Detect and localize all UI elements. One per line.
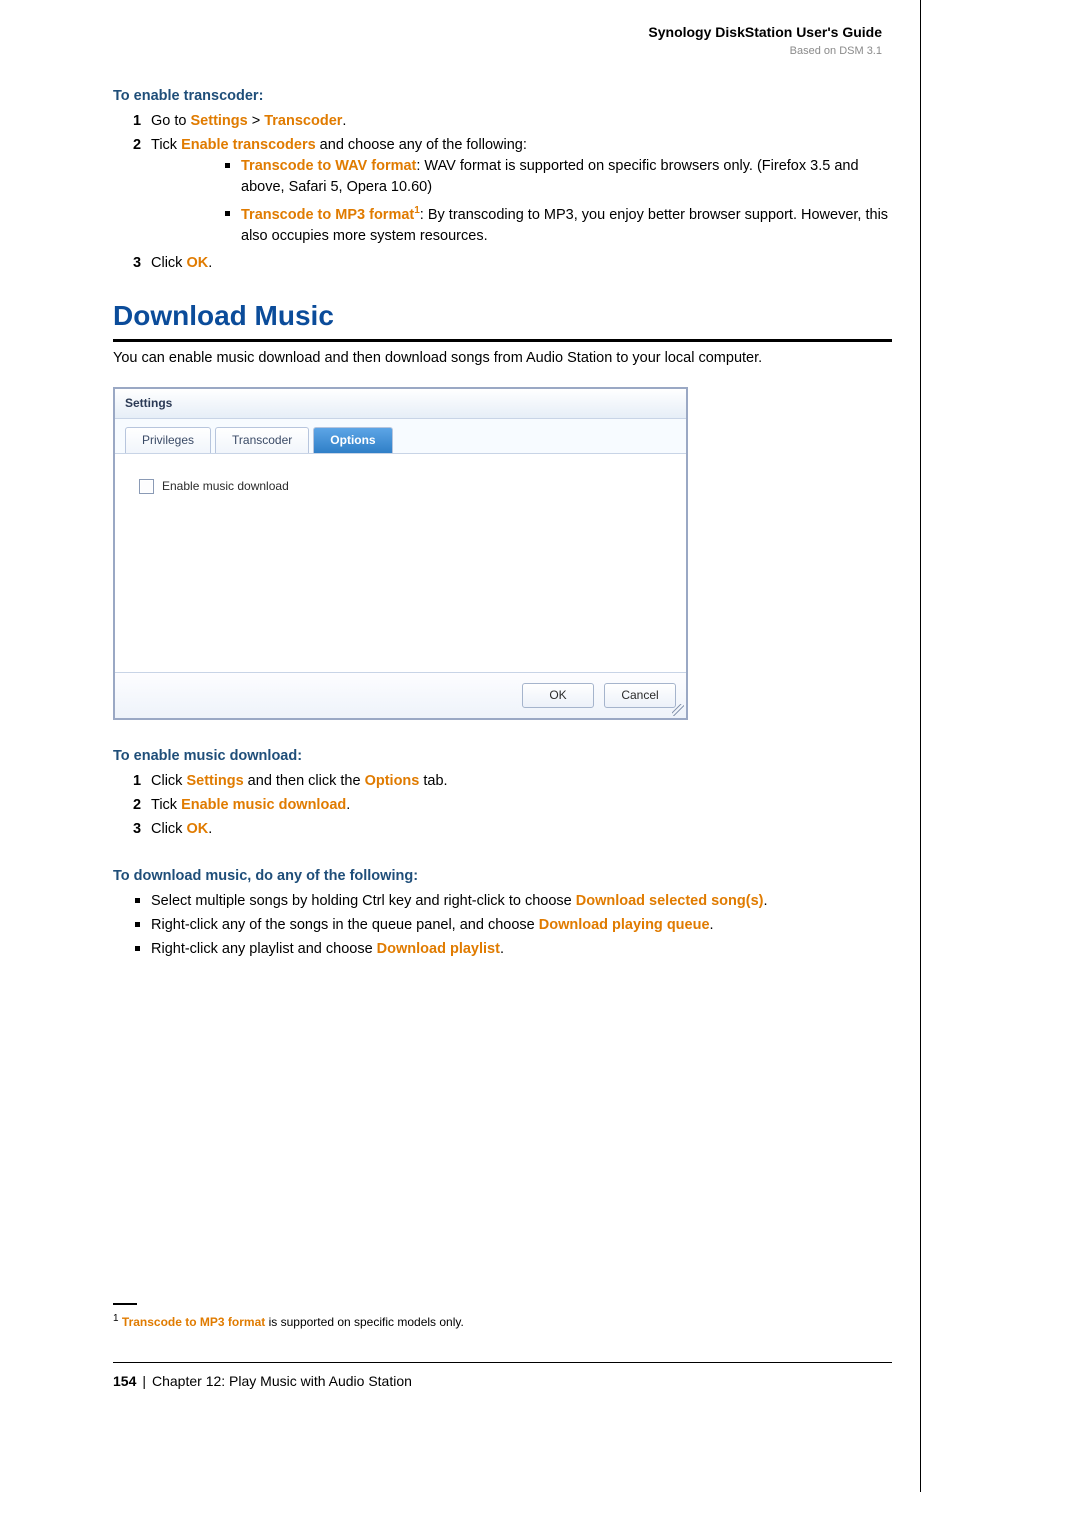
page-number: 154 (113, 1373, 136, 1389)
text: Go to (151, 113, 191, 129)
list-item: Right-click any of the songs in the queu… (135, 915, 892, 936)
text: > (248, 113, 265, 129)
step-1: 1 Click Settings and then click the Opti… (133, 771, 892, 792)
link-download-queue: Download playing queue (539, 917, 710, 933)
text: . (208, 255, 212, 271)
link-settings: Settings (191, 113, 248, 129)
link-enable-transcoders: Enable transcoders (181, 137, 316, 153)
cancel-button[interactable]: Cancel (604, 683, 676, 708)
text: . (710, 917, 714, 933)
sub-wav: Transcode to WAV format: WAV format is s… (225, 156, 892, 198)
step-3: 3 Click OK. (133, 253, 892, 274)
list-item: Right-click any playlist and choose Down… (135, 939, 892, 960)
section-download-title: To download music, do any of the followi… (113, 866, 892, 887)
chapter-label: Chapter 12: Play Music with Audio Statio… (152, 1373, 412, 1389)
text: . (342, 113, 346, 129)
dialog-title: Settings (115, 389, 686, 419)
text: Tick (151, 797, 181, 813)
text: . (208, 821, 212, 837)
text: Click (151, 773, 186, 789)
download-intro: You can enable music download and then d… (113, 348, 892, 369)
text: Right-click any of the songs in the queu… (151, 917, 539, 933)
tab-options[interactable]: Options (313, 427, 392, 452)
link-download-playlist: Download playlist (377, 941, 500, 957)
doc-header: Synology DiskStation User's Guide Based … (113, 22, 892, 60)
step-2: 2 Tick Enable music download. (133, 795, 892, 816)
link-ok: OK (186, 821, 208, 837)
link-settings: Settings (186, 773, 243, 789)
link-download-selected: Download selected song(s) (576, 893, 764, 909)
sub-mp3: Transcode to MP3 format1: By transcoding… (225, 204, 892, 247)
enable-music-checkbox[interactable] (139, 479, 154, 494)
text: Click (151, 255, 186, 271)
list-item: Select multiple songs by holding Ctrl ke… (135, 891, 892, 912)
step-3: 3 Click OK. (133, 819, 892, 840)
doc-title: Synology DiskStation User's Guide (113, 22, 882, 42)
transcoder-sublist: Transcode to WAV format: WAV format is s… (185, 156, 892, 247)
dialog-body: Enable music download (115, 454, 686, 673)
text: Click (151, 821, 186, 837)
tab-privileges[interactable]: Privileges (125, 427, 211, 452)
download-methods: Select multiple songs by holding Ctrl ke… (135, 891, 892, 960)
bold: Transcode to WAV format (241, 158, 416, 174)
link-options: Options (365, 773, 420, 789)
dialog-tabs: Privileges Transcoder Options (115, 419, 686, 453)
ok-button[interactable]: OK (522, 683, 594, 708)
enable-transcoder-steps: 1 Go to Settings > Transcoder. 2 Tick En… (127, 111, 892, 274)
resize-handle-icon[interactable] (672, 704, 684, 716)
footnote-rule (113, 1303, 137, 1305)
page-footer: 154 | Chapter 12: Play Music with Audio St… (113, 1362, 892, 1391)
bold: Transcode to MP3 format (241, 207, 414, 223)
text: tab. (419, 773, 447, 789)
text: . (500, 941, 504, 957)
section-enable-transcoder-title: To enable transcoder: (113, 86, 892, 107)
link-transcoder: Transcoder (264, 113, 342, 129)
link-ok: OK (186, 255, 208, 271)
text: and choose any of the following: (316, 137, 527, 153)
dialog-footer: OK Cancel (115, 673, 686, 718)
enable-music-row: Enable music download (139, 478, 662, 495)
footnote: 1 Transcode to MP3 format is supported o… (113, 1312, 892, 1331)
enable-music-label: Enable music download (162, 478, 289, 495)
step-1: 1 Go to Settings > Transcoder. (133, 111, 892, 132)
doc-subtitle: Based on DSM 3.1 (113, 44, 882, 60)
heading-download-music: Download Music (113, 296, 892, 342)
text: Right-click any playlist and choose (151, 941, 377, 957)
text: . (763, 893, 767, 909)
divider: | (142, 1373, 146, 1389)
text: and then click the (244, 773, 365, 789)
link-enable-download: Enable music download (181, 797, 346, 813)
text: Select multiple songs by holding Ctrl ke… (151, 893, 576, 909)
footnote-text: is supported on specific models only. (265, 1315, 464, 1329)
section-enable-music-title: To enable music download: (113, 746, 892, 767)
text: . (346, 797, 350, 813)
footnote-bold: Transcode to MP3 format (122, 1315, 265, 1329)
settings-dialog: Settings Privileges Transcoder Options E… (113, 387, 688, 720)
enable-music-steps: 1 Click Settings and then click the Opti… (127, 771, 892, 840)
text: Tick (151, 137, 181, 153)
footnote-num: 1 (113, 1313, 119, 1324)
step-2: 2 Tick Enable transcoders and choose any… (133, 135, 892, 247)
tab-transcoder[interactable]: Transcoder (215, 427, 309, 452)
